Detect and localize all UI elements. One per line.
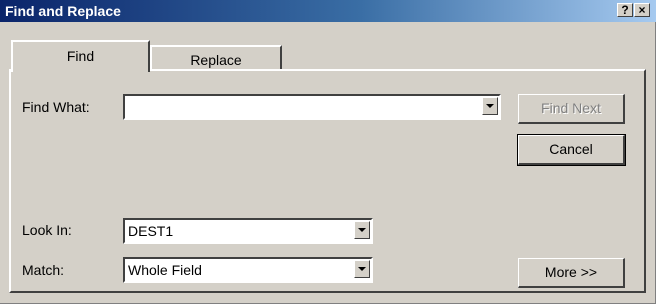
tab-find[interactable]: Find [11,40,150,72]
more-button[interactable]: More >> [518,258,625,288]
cancel-label: Cancel [549,141,593,157]
help-button[interactable]: ? [617,3,633,17]
find-what-combo[interactable] [123,94,501,120]
more-label: More >> [544,264,598,280]
close-button[interactable]: × [634,3,650,17]
titlebar[interactable]: Find and Replace ? × [0,0,656,22]
tab-replace-label: Replace [190,52,242,68]
look-in-label: Look In: [22,222,72,238]
find-next-label: Find Next [541,100,601,116]
look-in-combo[interactable]: DEST1 [123,218,373,244]
match-value: Whole Field [128,262,202,278]
cancel-button[interactable]: Cancel [517,134,626,166]
find-what-label: Find What: [22,99,90,115]
find-replace-dialog: Find and Replace ? × Find Replace Find W… [0,0,656,304]
tab-replace[interactable]: Replace [150,45,282,70]
look-in-value: DEST1 [128,223,174,239]
find-what-dropdown-icon[interactable] [482,97,498,115]
window-title: Find and Replace [5,3,121,19]
find-next-button[interactable]: Find Next [518,94,625,124]
match-dropdown-icon[interactable] [354,260,370,278]
match-combo[interactable]: Whole Field [123,257,373,283]
look-in-dropdown-icon[interactable] [354,221,370,239]
match-label: Match: [22,262,65,278]
tab-find-label: Find [66,48,95,64]
